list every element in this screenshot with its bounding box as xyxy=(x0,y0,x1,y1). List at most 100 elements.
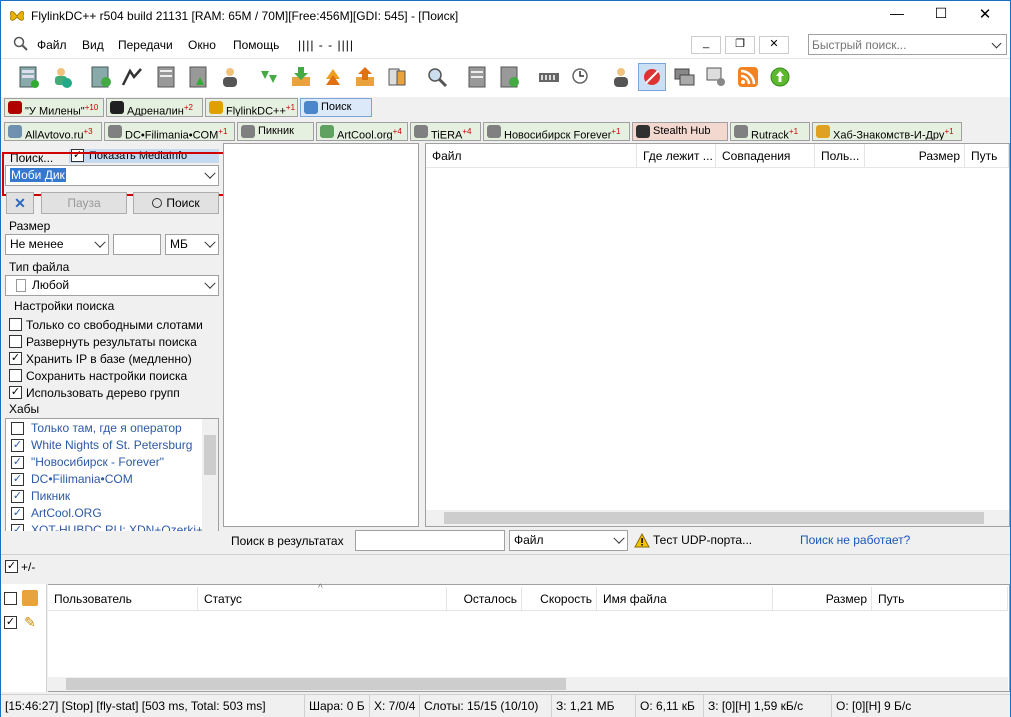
quick-search-box[interactable] xyxy=(808,34,1007,55)
mdi-restore-button[interactable]: ❐ xyxy=(725,36,755,54)
tab-hub-znakomstv[interactable]: Хаб-Знакомств-И-Дру+1 xyxy=(812,122,962,141)
minimize-button[interactable]: — xyxy=(877,5,917,21)
spy-icon[interactable] xyxy=(463,63,491,91)
option-free-slots[interactable]: Только со свободными слотами xyxy=(9,317,221,334)
tab-hub-adrenalin[interactable]: Адреналин+2 xyxy=(106,98,203,117)
col-status[interactable]: Статус xyxy=(198,587,447,611)
scrollbar-thumb[interactable] xyxy=(444,512,984,524)
away-toggle-icon[interactable] xyxy=(638,63,666,91)
update-icon[interactable] xyxy=(766,63,794,91)
col-speed[interactable]: Скорость xyxy=(522,587,597,611)
col-size[interactable]: Размер xyxy=(773,587,872,611)
tab-hub-artcool[interactable]: ArtCool.org+4 xyxy=(316,122,408,141)
search-icon[interactable] xyxy=(423,63,451,91)
menu-extra[interactable]: |||| - - |||| xyxy=(298,38,354,52)
col-path[interactable]: Путь xyxy=(965,144,1009,168)
toggle-label[interactable]: +/- xyxy=(21,560,35,574)
col-matches[interactable]: Совпадения xyxy=(716,144,815,168)
adl-search-icon[interactable] xyxy=(495,63,523,91)
server-icon[interactable] xyxy=(152,63,180,91)
transfers-table[interactable]: ^ Пользователь Статус Осталось Скорость … xyxy=(48,583,1010,692)
mdi-minimize-button[interactable]: _ xyxy=(691,36,721,54)
chevron-down-icon[interactable] xyxy=(613,532,625,544)
hubs-list[interactable]: Только там, где я оператор ✓ White Nights… xyxy=(5,418,219,546)
menu-file[interactable]: Файл xyxy=(37,38,67,52)
menu-transfers[interactable]: Передачи xyxy=(118,38,173,52)
clock-icon[interactable] xyxy=(567,63,595,91)
tab-search[interactable]: Поиск xyxy=(300,98,372,117)
col-remaining[interactable]: Осталось xyxy=(447,587,522,611)
tab-hub-milena[interactable]: "У Милены"+10 xyxy=(4,98,104,117)
chevron-down-icon[interactable] xyxy=(991,38,1002,49)
menu-window[interactable]: Окно xyxy=(188,38,216,52)
tab-hub-allavtovo[interactable]: AllAvtovo.ru+3 xyxy=(4,122,102,141)
uploads-icon[interactable] xyxy=(319,63,347,91)
results-horizontal-scrollbar[interactable] xyxy=(426,510,1009,526)
group-tree-pane[interactable] xyxy=(223,143,419,527)
tab-hub-rutrack[interactable]: Rutrack+1 xyxy=(730,122,810,141)
tab-hub-novosibirsk[interactable]: Новосибирск Forever+1 xyxy=(483,122,630,141)
chevron-down-icon[interactable] xyxy=(204,236,216,248)
option-save-settings[interactable]: Сохранить настройки поиска xyxy=(9,368,221,385)
hub-checkbox[interactable]: ✓ xyxy=(11,456,24,469)
option-checkbox[interactable]: ✓ xyxy=(9,352,22,365)
user-settings-icon[interactable] xyxy=(607,63,635,91)
tab-hub-piknik[interactable]: Пикник xyxy=(237,122,314,141)
hub-list-item[interactable]: ✓ Пикник xyxy=(11,488,70,505)
size-mode-select[interactable]: Не менее xyxy=(5,234,109,255)
download-queue-icon[interactable] xyxy=(255,63,283,91)
option-group-tree[interactable]: ✓ Использовать дерево групп xyxy=(9,385,221,402)
clear-search-button[interactable]: ✕ xyxy=(6,192,34,214)
tab-hub-stealth[interactable]: Stealth Hub xyxy=(632,122,728,141)
tab-hub-flylink[interactable]: FlylinkDC+++1 xyxy=(205,98,298,117)
user-icon[interactable] xyxy=(216,63,244,91)
option-checkbox[interactable]: ✓ xyxy=(9,386,22,399)
menu-help[interactable]: Помощь xyxy=(233,38,279,52)
filetype-select[interactable]: Любой xyxy=(5,275,219,296)
option-store-ip[interactable]: ✓ Хранить IP в базе (медленно) xyxy=(9,351,221,368)
col-file[interactable]: Файл xyxy=(426,144,637,168)
filter-input[interactable] xyxy=(355,530,505,551)
network-icon[interactable] xyxy=(670,63,698,91)
search-results-table[interactable]: Файл Где лежит ... Совпадения Поль... Ра… xyxy=(425,143,1010,527)
size-value-input[interactable] xyxy=(113,234,161,255)
pause-button[interactable]: Пауза xyxy=(41,192,127,214)
finished-icon[interactable] xyxy=(383,63,411,91)
option-checkbox[interactable] xyxy=(9,335,22,348)
hub-checkbox[interactable] xyxy=(11,422,24,435)
hub-list-item[interactable]: ✓ ArtCool.ORG xyxy=(11,505,102,522)
filter-checkbox[interactable]: ✓ xyxy=(4,616,17,629)
settings-icon[interactable] xyxy=(702,63,730,91)
hub-list-item[interactable]: Только там, где я оператор xyxy=(11,420,182,437)
hub-checkbox[interactable]: ✓ xyxy=(11,439,24,452)
hub-checkbox[interactable]: ✓ xyxy=(11,507,24,520)
col-path[interactable]: Путь xyxy=(872,587,1008,611)
network-stats-icon[interactable] xyxy=(535,63,563,91)
chevron-down-icon[interactable] xyxy=(94,236,106,248)
hub-checkbox[interactable]: ✓ xyxy=(11,473,24,486)
users-connect-icon[interactable] xyxy=(118,63,146,91)
search-button[interactable]: Поиск xyxy=(133,192,219,214)
rss-icon[interactable] xyxy=(734,63,762,91)
toggle-checkbox[interactable]: ✓ xyxy=(5,560,18,573)
udp-test-label[interactable]: Тест UDP-порта... xyxy=(653,533,752,547)
col-location[interactable]: Где лежит ... xyxy=(637,144,716,168)
option-checkbox[interactable] xyxy=(9,318,22,331)
transfers-horizontal-scrollbar[interactable] xyxy=(48,677,1008,691)
mdi-close-button[interactable]: ✕ xyxy=(759,36,789,54)
size-unit-select[interactable]: МБ xyxy=(165,234,219,255)
title-bar[interactable]: FlylinkDC++ r504 build 21131 [RAM: 65M /… xyxy=(1,1,1010,31)
reconnect-icon[interactable] xyxy=(47,63,75,91)
col-user[interactable]: Поль... xyxy=(815,144,865,168)
tab-hub-filimania[interactable]: DC•Filimania•COM+1 xyxy=(104,122,235,141)
search-not-working-link[interactable]: Поиск не работает? xyxy=(800,533,910,547)
add-hub-icon[interactable] xyxy=(184,63,212,91)
left-horizontal-scrollbar[interactable] xyxy=(5,531,219,547)
upload-queue-icon[interactable] xyxy=(351,63,379,91)
col-filename[interactable]: Имя файла xyxy=(597,587,773,611)
favorite-hubs-icon[interactable] xyxy=(87,63,115,91)
hub-list-item[interactable]: ✓ DC•Filimania•COM xyxy=(11,471,133,488)
chevron-down-icon[interactable] xyxy=(204,277,216,289)
option-expand-results[interactable]: Развернуть результаты поиска xyxy=(9,334,221,351)
public-hubs-icon[interactable] xyxy=(15,63,43,91)
